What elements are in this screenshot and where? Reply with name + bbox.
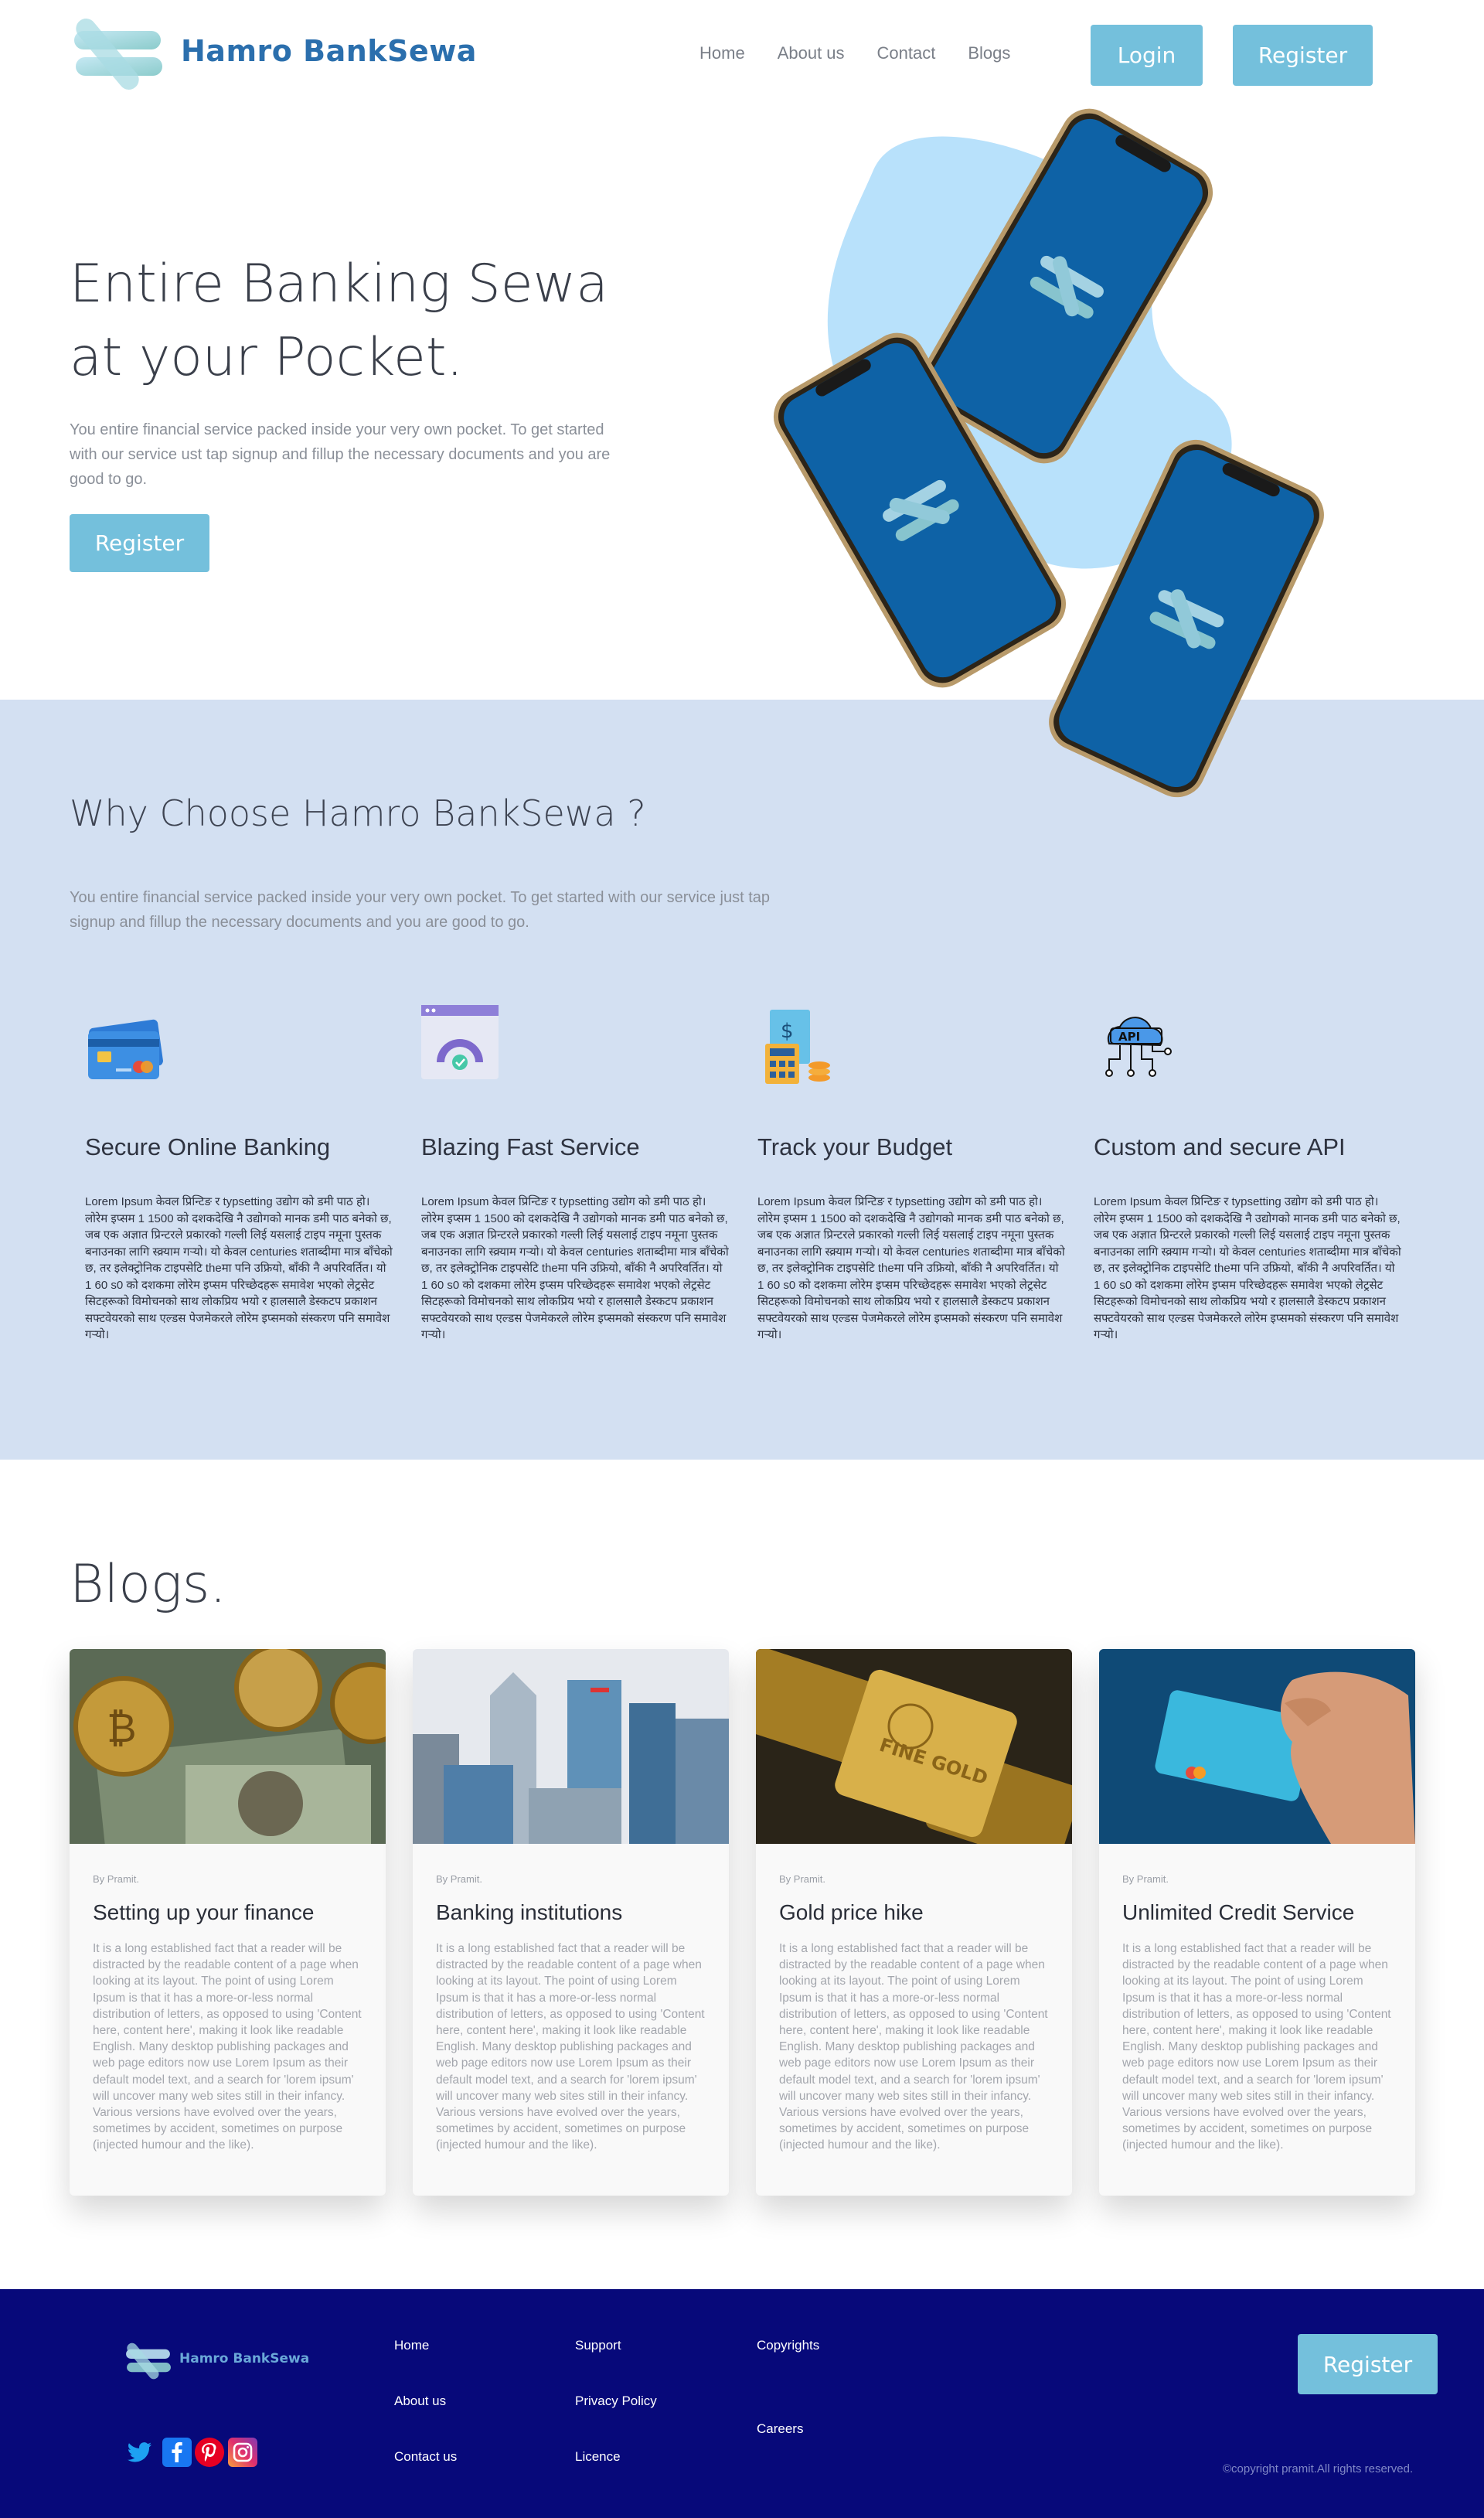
blog-body: It is a long established fact that a rea…	[779, 1942, 1048, 2152]
hero-register-button[interactable]: Register	[70, 514, 209, 572]
budget-calculator-icon: $	[765, 1010, 830, 1084]
credit-card-icon	[88, 1019, 163, 1079]
footer-copyrights-link[interactable]: Copyrights	[757, 2338, 819, 2353]
feature-body: Lorem Ipsum केवल प्रिन्टिङ र typsetting …	[421, 1195, 729, 1341]
blog-author: By Pramit.	[93, 1873, 139, 1885]
feature-fast-service: Blazing Fast Service Lorem Ipsum केवल प्…	[421, 1005, 730, 1344]
footer-register-button[interactable]: Register	[1298, 2334, 1438, 2394]
feature-body: Lorem Ipsum केवल प्रिन्टिङ र typsetting …	[757, 1195, 1065, 1341]
blog-title[interactable]: Setting up your finance	[93, 1900, 314, 1925]
feature-track-budget: $ Track your Budget Lorem Ipsum केवल प्र…	[757, 1005, 1067, 1344]
blog-card[interactable]: FINE GOLD By Pramit. Gold price hike It …	[756, 1649, 1072, 2196]
gold-bars-image: FINE GOLD	[756, 1649, 1072, 1868]
hero-phones-illustration	[773, 101, 1484, 850]
svg-text:$: $	[781, 1020, 794, 1043]
blog-body: It is a long established fact that a rea…	[436, 1942, 705, 2152]
bitcoin-cash-image: ₿	[70, 1649, 386, 1863]
instagram-icon[interactable]	[228, 2438, 257, 2467]
copyright-text: ©copyright pramit.All rights reserved.	[1223, 2462, 1414, 2475]
blog-author: By Pramit.	[1122, 1873, 1169, 1885]
blog-author: By Pramit.	[436, 1873, 482, 1885]
feature-title: Track your Budget	[757, 1133, 953, 1160]
cloud-api-icon: API	[1105, 1017, 1172, 1077]
nav-links: Home About us Contact Blogs	[699, 43, 1043, 63]
twitter-icon[interactable]	[125, 2438, 155, 2467]
footer-contact-link[interactable]: Contact us	[394, 2449, 457, 2465]
blog-card[interactable]: By Pramit. Unlimited Credit Service It i…	[1099, 1649, 1415, 2196]
nav-blogs-link[interactable]: Blogs	[968, 43, 1010, 63]
blogs-title: Blogs.	[70, 1554, 226, 1615]
blog-title[interactable]: Gold price hike	[779, 1900, 924, 1925]
login-button[interactable]: Login	[1091, 25, 1203, 86]
why-title: Why Choose Hamro BankSewa ?	[70, 792, 646, 834]
nav-register-button[interactable]: Register	[1233, 25, 1373, 86]
feature-secure-banking: Secure Online Banking Lorem Ipsum केवल प…	[85, 1005, 394, 1344]
navbar: Hamro BankSewa Home About us Contact Blo…	[0, 0, 1484, 108]
footer-careers-link[interactable]: Careers	[757, 2421, 803, 2437]
hero-title-line-1: Entire Banking Sewa	[70, 254, 608, 315]
footer-brand[interactable]: Hamro BankSewa	[179, 2351, 309, 2366]
feature-title: Custom and secure API	[1094, 1133, 1346, 1160]
nav-contact-link[interactable]: Contact	[877, 43, 936, 63]
hero-title-line-2: at your Pocket.	[70, 327, 464, 388]
pinterest-icon[interactable]	[195, 2438, 224, 2467]
hero-title: Entire Banking Sewa at your Pocket.	[70, 247, 657, 394]
footer-support-link[interactable]: Support	[575, 2338, 621, 2353]
footer-licence-link[interactable]: Licence	[575, 2449, 621, 2465]
svg-text:₿: ₿	[107, 1705, 137, 1752]
blog-author: By Pramit.	[779, 1873, 825, 1885]
brand-logo-icon[interactable]	[66, 6, 170, 102]
hero-description: You entire financial service packed insi…	[70, 421, 611, 488]
api-icon-label: API	[1118, 1030, 1140, 1044]
nav-home-link[interactable]: Home	[699, 43, 745, 63]
feature-title: Secure Online Banking	[85, 1133, 331, 1160]
footer-privacy-link[interactable]: Privacy Policy	[575, 2394, 657, 2409]
feature-custom-api: API Custom and secure API Lorem Ipsum के…	[1094, 1005, 1403, 1344]
why-description: You entire financial service packed insi…	[70, 889, 771, 931]
feature-body: Lorem Ipsum केवल प्रिन्टिङ र typsetting …	[85, 1195, 393, 1341]
footer-home-link[interactable]: Home	[394, 2338, 429, 2353]
blog-card[interactable]: ₿ By Pramit. Setting up your finance It …	[70, 1649, 386, 2196]
blog-title[interactable]: Unlimited Credit Service	[1122, 1900, 1354, 1925]
speedometer-icon	[421, 1005, 499, 1079]
footer: Hamro BankSewa Home About us Contact us …	[0, 2289, 1484, 2518]
footer-about-link[interactable]: About us	[394, 2394, 446, 2409]
facebook-icon[interactable]	[162, 2438, 192, 2467]
feature-body: Lorem Ipsum केवल प्रिन्टिङ र typsetting …	[1094, 1195, 1401, 1341]
blog-card[interactable]: By Pramit. Banking institutions It is a …	[413, 1649, 729, 2196]
brand-name[interactable]: Hamro BankSewa	[181, 34, 477, 68]
nav-about-link[interactable]: About us	[778, 43, 845, 63]
blog-body: It is a long established fact that a rea…	[93, 1942, 362, 2152]
skyscrapers-image	[413, 1649, 729, 1844]
blog-body: It is a long established fact that a rea…	[1122, 1942, 1391, 2152]
footer-logo-icon[interactable]	[122, 2336, 175, 2387]
credit-card-hand-image	[1099, 1649, 1415, 1844]
blog-title[interactable]: Banking institutions	[436, 1900, 622, 1925]
feature-title: Blazing Fast Service	[421, 1133, 640, 1160]
